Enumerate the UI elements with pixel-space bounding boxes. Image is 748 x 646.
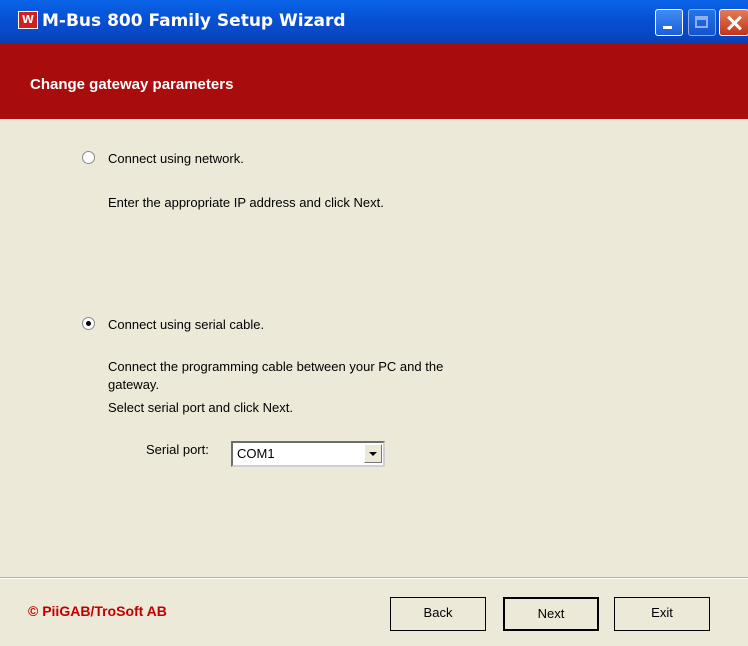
- serial-port-value: COM1: [237, 446, 275, 461]
- serial-port-select[interactable]: COM1: [231, 441, 385, 467]
- back-button[interactable]: Back: [390, 597, 486, 631]
- network-option-label[interactable]: Connect using network.: [108, 150, 244, 168]
- serial-description-line1: Connect the programming cable between yo…: [108, 359, 444, 374]
- next-button[interactable]: Next: [503, 597, 599, 631]
- serial-option-label[interactable]: Connect using serial cable.: [108, 316, 264, 334]
- serial-description-line2: gateway.: [108, 377, 160, 392]
- chevron-down-icon[interactable]: [364, 444, 382, 463]
- serial-radio[interactable]: [82, 317, 95, 330]
- exit-button[interactable]: Exit: [614, 597, 710, 631]
- app-icon: W: [18, 11, 38, 29]
- copyright-logo: © PiiGAB/TroSoft AB: [28, 603, 167, 619]
- page-title: Change gateway parameters: [30, 76, 234, 93]
- window-title: M-Bus 800 Family Setup Wizard: [42, 11, 346, 31]
- network-description: Enter the appropriate IP address and cli…: [108, 195, 384, 210]
- maximize-button: [688, 9, 716, 36]
- close-button[interactable]: [719, 9, 748, 36]
- serial-port-label: Serial port:: [146, 442, 209, 457]
- footer-divider: [0, 577, 748, 579]
- title-bar[interactable]: W M-Bus 800 Family Setup Wizard: [0, 0, 748, 43]
- wizard-header: Change gateway parameters: [0, 43, 748, 119]
- minimize-button[interactable]: [655, 9, 683, 36]
- setup-wizard-window: W M-Bus 800 Family Setup Wizard Change g…: [0, 0, 748, 646]
- serial-description-line3: Select serial port and click Next.: [108, 400, 293, 415]
- network-radio[interactable]: [82, 151, 95, 164]
